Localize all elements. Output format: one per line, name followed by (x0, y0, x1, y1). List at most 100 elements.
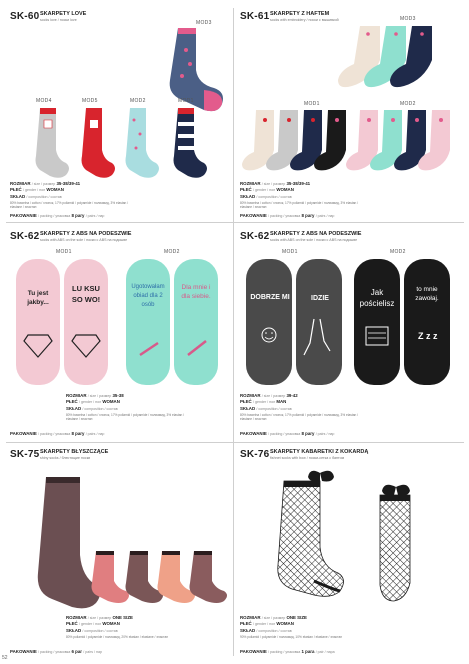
composition-sublabel: / composition / состав (256, 628, 292, 633)
product-specs: ROZMIAR / size / размер 35-38 PŁEĆ / gen… (66, 393, 124, 412)
packing-unit: / pair / пара (315, 650, 335, 654)
product-specs: ROZMIAR / size / размер 35-38/39-41 PŁEĆ… (240, 181, 310, 200)
size-sublabel: / size / размер (261, 394, 286, 398)
composition-label: SKŁAD (240, 627, 256, 633)
gender-value: WOMAN (102, 621, 120, 627)
sock-text-mod1-right: LU KSU SO WO! (71, 284, 101, 304)
size-value: 35-38/39-41 (286, 181, 311, 186)
size-label: ROZMIAR (240, 181, 261, 186)
sock-text-mod2-left: Ugotowałam obiad dla 2 osób (131, 284, 165, 308)
size-label: ROZMIAR (240, 615, 261, 620)
gender-label: PŁEĆ (240, 399, 252, 405)
size-value: 39-42 (286, 393, 298, 398)
size-sublabel: / size / размер (261, 616, 286, 620)
gender-label: PŁEĆ (10, 187, 22, 193)
packing-sublabel: / packing / упаковка (267, 650, 301, 654)
gender-label: PŁEĆ (66, 399, 78, 405)
composition-text: 90% poliamid / polyamide / полиамид, 10%… (240, 635, 343, 639)
packing-line: PAKOWANIE / packing / упаковка 8 pary / … (240, 431, 334, 436)
gender-value: WOMAN (46, 187, 64, 193)
gender-sublabel: / gender / пол (22, 188, 46, 193)
composition-sublabel: / composition / состав (82, 628, 118, 633)
product-sk-62-women: SK-62 SKARPETY Z ABS NA PODESZWIE socks … (0, 223, 233, 442)
product-sk-61: SK-61 SKARPETY Z HAFTEM socks with embro… (234, 0, 469, 222)
packing-sublabel: / packing / упаковка (37, 432, 71, 436)
size-value: ONE SIZE (112, 615, 133, 620)
composition-text: 80% bawełna / cotton / хлопок, 17% polia… (240, 201, 359, 209)
gender-label: PŁEĆ (240, 621, 252, 627)
packing-line: PAKOWANIE / packing / упаковка 8 pary / … (10, 213, 104, 218)
product-sk-62-men: SK-62 SKARPETY Z ABS NA PODESZWIE socks … (234, 223, 469, 442)
zzz-icon: Z z z (418, 331, 438, 341)
page-number: 52 (2, 655, 8, 661)
packing-line: PAKOWANIE / packing / упаковка 8 pary / … (240, 213, 334, 218)
sock-text-mod1-left: Tu jest jakby... (27, 290, 49, 306)
catalog-page: SK-60 SKARPETY LOVE socks love / носки l… (0, 0, 469, 664)
composition-text: 80% poliamid / polyamide / полиамид, 20%… (66, 635, 169, 639)
packing-count: 6 par (71, 649, 83, 654)
composition-label: SKŁAD (10, 193, 26, 199)
packing-sublabel: / packing / упаковка (37, 650, 71, 654)
sock-text-mod2-right: Dla mnie i dla siebie. (181, 284, 211, 300)
gender-value: WOMAN (102, 399, 120, 405)
packing-unit: / pairs / пар (83, 650, 102, 654)
packing-label: PAKOWANIE (10, 649, 37, 654)
size-sublabel: / size / размер (261, 182, 286, 186)
size-label: ROZMIAR (66, 393, 87, 398)
packing-count: 8 pary (71, 213, 85, 218)
composition-sublabel: / composition / состав (256, 406, 292, 411)
product-specs: ROZMIAR / size / размер 39-42 PŁEĆ / gen… (240, 393, 298, 412)
gender-sublabel: / gender / пол (252, 400, 276, 405)
packing-unit: / pairs / пар (315, 432, 335, 436)
size-value: ONE SIZE (286, 615, 307, 620)
sock-text-mod2-right: to mnie zawołaj. (415, 286, 439, 302)
packing-sublabel: / packing / упаковка (267, 432, 301, 436)
packing-count: 8 pary (301, 213, 315, 218)
size-label: ROZMIAR (10, 181, 31, 186)
packing-count: 8 pary (301, 431, 315, 436)
size-value: 35-38/39-41 (56, 181, 81, 186)
composition-label: SKŁAD (240, 193, 256, 199)
composition-sublabel: / composition / состав (256, 194, 292, 199)
composition-label: SKŁAD (240, 405, 256, 411)
packing-line: PAKOWANIE / packing / упаковка 1 para / … (240, 649, 335, 654)
size-value: 35-38 (112, 393, 124, 398)
gender-sublabel: / gender / пол (252, 188, 276, 193)
sock-text-mod1-left: DOBRZE MI (250, 294, 290, 301)
packing-unit: / pairs / пар (85, 214, 105, 218)
product-sk-60: SK-60 SKARPETY LOVE socks love / носки l… (0, 0, 233, 222)
gender-sublabel: / gender / пол (252, 622, 276, 627)
packing-unit: / pairs / пар (315, 214, 335, 218)
product-specs: ROZMIAR / size / размер ONE SIZE PŁEĆ / … (66, 615, 133, 634)
gender-label: PŁEĆ (240, 187, 252, 193)
packing-label: PAKOWANIE (240, 649, 267, 654)
packing-line: PAKOWANIE / packing / упаковка 8 pary / … (10, 431, 104, 436)
sock-text-mod2-left: Jak pościelisz (359, 288, 395, 308)
size-label: ROZMIAR (66, 615, 87, 620)
size-label: ROZMIAR (240, 393, 261, 398)
size-sublabel: / size / размер (31, 182, 56, 186)
product-specs: ROZMIAR / size / размер 35-38/39-41 PŁEĆ… (10, 181, 80, 200)
product-specs: ROZMIAR / size / размер ONE SIZE PŁEĆ / … (240, 615, 307, 634)
composition-text: 80% bawełna / cotton / хлопок, 17% polia… (66, 413, 185, 421)
gender-label: PŁEĆ (66, 621, 78, 627)
composition-sublabel: / composition / состав (82, 406, 118, 411)
packing-sublabel: / packing / упаковка (267, 214, 301, 218)
packing-unit: / pairs / пар (85, 432, 105, 436)
composition-text: 80% bawełna / cotton / хлопок, 17% polia… (240, 413, 359, 421)
product-sk-75: SK-75 SKARPETY BŁYSZCZĄCE shiny socks / … (0, 443, 233, 664)
gender-value: WOMAN (276, 187, 294, 193)
packing-line: PAKOWANIE / packing / упаковка 6 par / p… (10, 649, 102, 654)
gender-value: MAN (276, 399, 287, 405)
composition-text: 80% bawełna / cotton / хлопок, 17% polia… (10, 201, 129, 209)
gender-sublabel: / gender / пол (78, 622, 102, 627)
gender-value: WOMAN (276, 621, 294, 627)
packing-sublabel: / packing / упаковка (37, 214, 71, 218)
size-sublabel: / size / размер (87, 394, 112, 398)
packing-label: PAKOWANIE (240, 213, 267, 218)
packing-label: PAKOWANIE (10, 431, 37, 436)
packing-count: 1 para (301, 649, 315, 654)
composition-label: SKŁAD (66, 405, 82, 411)
packing-count: 8 pary (71, 431, 85, 436)
composition-label: SKŁAD (66, 627, 82, 633)
